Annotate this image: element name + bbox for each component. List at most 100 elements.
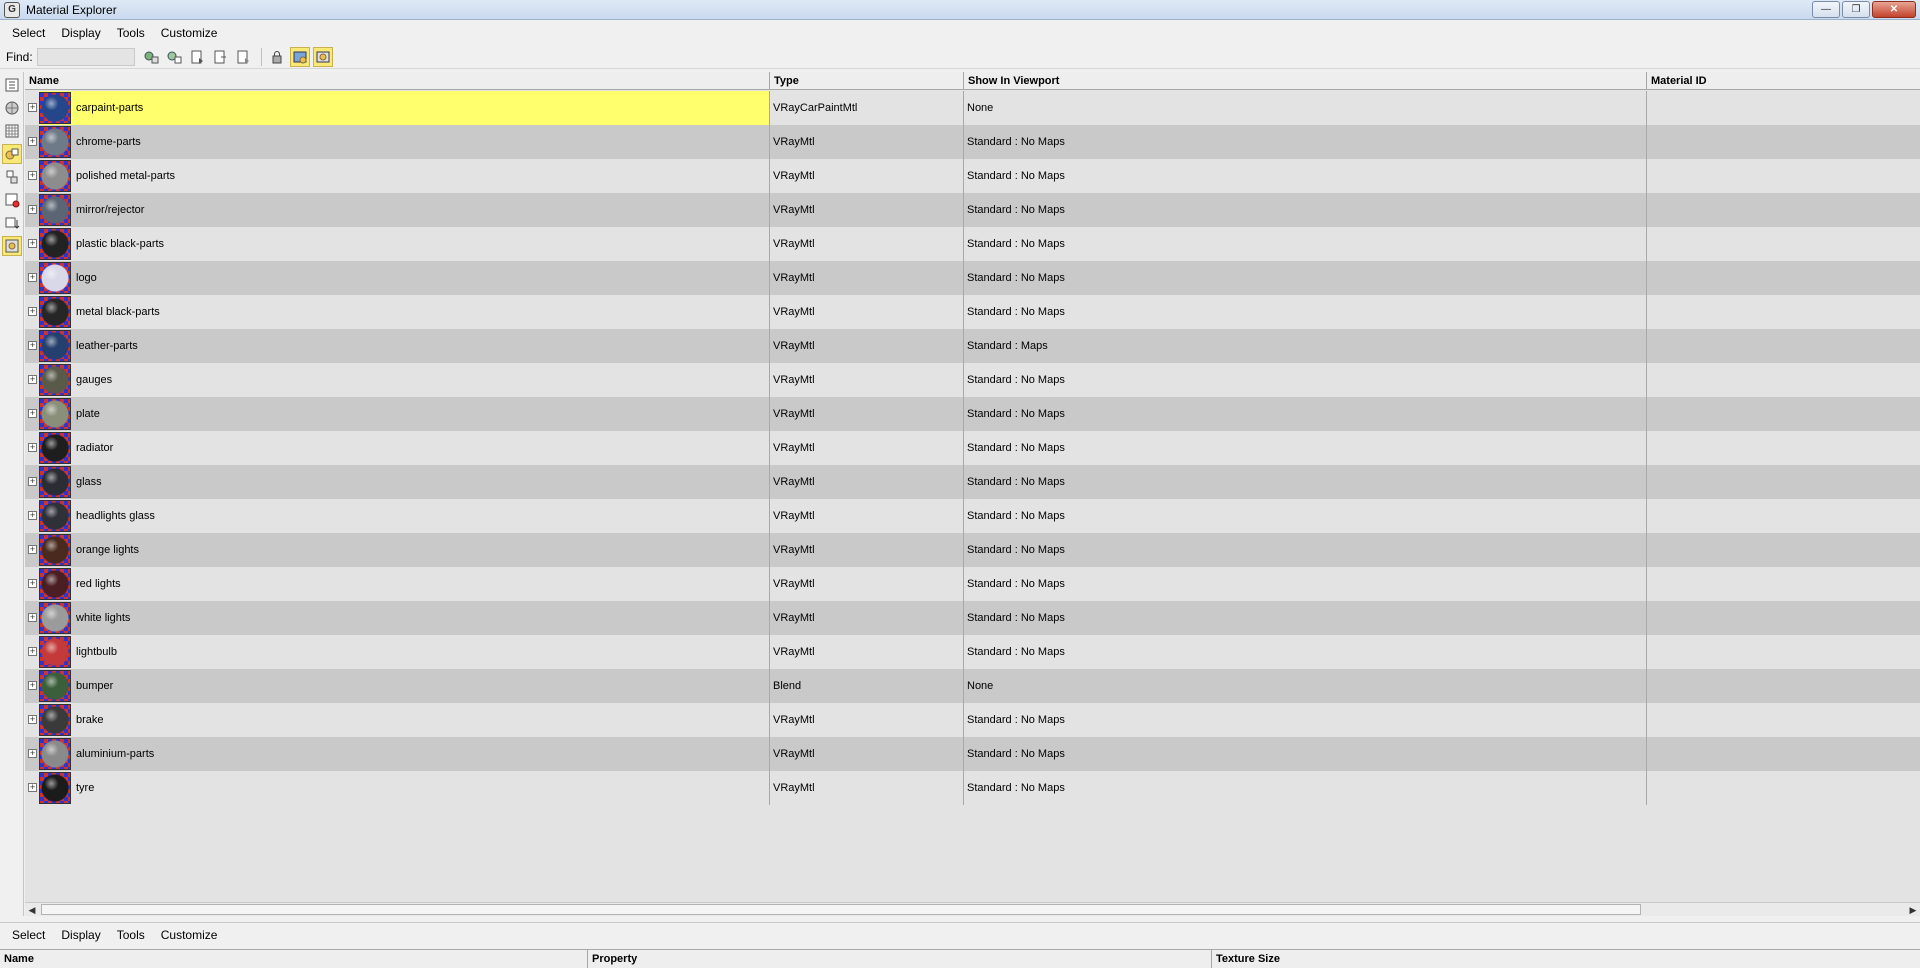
menu-display[interactable]: Display [53, 26, 108, 40]
material-name-cell[interactable]: brake [39, 703, 770, 737]
expand-icon[interactable]: + [28, 647, 37, 656]
expand-icon[interactable]: + [28, 749, 37, 758]
material-id-value[interactable] [1647, 601, 1920, 635]
material-id-value[interactable] [1647, 635, 1920, 669]
material-name-cell[interactable]: bumper [39, 669, 770, 703]
show-in-viewport-value[interactable]: None [964, 91, 1647, 125]
show-in-viewport-value[interactable]: Standard : No Maps [964, 499, 1647, 533]
material-row[interactable]: + headlights glass VRayMtl Standard : No Ma… [25, 499, 1920, 533]
material-row[interactable]: + aluminium-parts VRayMtl Standard : No Map… [25, 737, 1920, 771]
show-in-viewport-value[interactable]: Standard : No Maps [964, 465, 1647, 499]
expand-icon[interactable]: + [28, 205, 37, 214]
material-id-value[interactable] [1647, 397, 1920, 431]
expand-icon[interactable]: + [28, 307, 37, 316]
material-name-cell[interactable]: red lights [39, 567, 770, 601]
show-in-viewport-value[interactable]: Standard : No Maps [964, 125, 1647, 159]
material-row[interactable]: + plate VRayMtl Standard : No Maps [25, 397, 1920, 431]
expand-icon[interactable]: + [28, 239, 37, 248]
multi-material-icon[interactable] [2, 144, 22, 164]
material-id-value[interactable] [1647, 91, 1920, 125]
expand-icon[interactable]: + [28, 477, 37, 486]
material-name-cell[interactable]: tyre [39, 771, 770, 805]
material-row[interactable]: + brake VRayMtl Standard : No Maps [25, 703, 1920, 737]
material-name-cell[interactable]: logo [39, 261, 770, 295]
material-name-cell[interactable]: lightbulb [39, 635, 770, 669]
expand-icon[interactable]: + [28, 783, 37, 792]
unused-map-icon[interactable] [2, 190, 22, 210]
material-name-cell[interactable]: leather-parts [39, 329, 770, 363]
material-row[interactable]: + radiator VRayMtl Standard : No Maps [25, 431, 1920, 465]
material-id-value[interactable] [1647, 465, 1920, 499]
material-id-value[interactable] [1647, 295, 1920, 329]
material-id-value[interactable] [1647, 431, 1920, 465]
material-name-cell[interactable]: white lights [39, 601, 770, 635]
show-in-viewport-value[interactable]: Standard : No Maps [964, 159, 1647, 193]
display-maps-icon[interactable] [289, 46, 310, 67]
material-name-cell[interactable]: plastic black-parts [39, 227, 770, 261]
show-in-viewport-value[interactable]: Standard : No Maps [964, 703, 1647, 737]
material-row[interactable]: + chrome-parts VRayMtl Standard : No Maps [25, 125, 1920, 159]
minimize-button[interactable]: — [1812, 1, 1840, 18]
scroll-left-icon[interactable]: ◀ [25, 903, 39, 917]
bottom-menu-display[interactable]: Display [53, 928, 108, 942]
sort-down-icon[interactable] [2, 213, 22, 233]
material-row[interactable]: + plastic black-parts VRayMtl Standard : No… [25, 227, 1920, 261]
material-id-value[interactable] [1647, 771, 1920, 805]
object-list-icon[interactable] [2, 167, 22, 187]
material-name-cell[interactable]: glass [39, 465, 770, 499]
show-in-viewport-value[interactable]: Standard : No Maps [964, 431, 1647, 465]
app-icon[interactable]: G [4, 1, 20, 18]
expand-icon[interactable]: + [28, 341, 37, 350]
material-id-value[interactable] [1647, 329, 1920, 363]
material-row[interactable]: + metal black-parts VRayMtl Standard : No M… [25, 295, 1920, 329]
material-name-cell[interactable]: gauges [39, 363, 770, 397]
expand-icon[interactable]: + [28, 511, 37, 520]
restore-button[interactable]: ❐ [1842, 1, 1870, 18]
material-row[interactable]: + orange lights VRayMtl Standard : No Maps [25, 533, 1920, 567]
bottom-column-header-name[interactable]: Name [0, 950, 588, 968]
show-in-viewport-value[interactable]: Standard : No Maps [964, 397, 1647, 431]
material-name-cell[interactable]: mirror/rejector [39, 193, 770, 227]
show-in-viewport-value[interactable]: Standard : No Maps [964, 737, 1647, 771]
expand-icon[interactable]: + [28, 103, 37, 112]
expand-icon[interactable]: + [28, 137, 37, 146]
material-id-value[interactable] [1647, 261, 1920, 295]
material-name-cell[interactable]: orange lights [39, 533, 770, 567]
material-row[interactable]: + logo VRayMtl Standard : No Maps [25, 261, 1920, 295]
tree-view-icon[interactable] [2, 75, 22, 95]
material-name-cell[interactable]: chrome-parts [39, 125, 770, 159]
material-row[interactable]: + gauges VRayMtl Standard : No Maps [25, 363, 1920, 397]
material-name-cell[interactable]: headlights glass [39, 499, 770, 533]
material-id-value[interactable] [1647, 159, 1920, 193]
show-in-viewport-value[interactable]: Standard : No Maps [964, 771, 1647, 805]
material-id-value[interactable] [1647, 533, 1920, 567]
show-in-viewport-value[interactable]: None [964, 669, 1647, 703]
bottom-menu-select[interactable]: Select [4, 928, 53, 942]
material-name-cell[interactable]: metal black-parts [39, 295, 770, 329]
material-row[interactable]: + lightbulb VRayMtl Standard : No Maps [25, 635, 1920, 669]
page-export-icon[interactable] [233, 47, 253, 67]
show-in-viewport-value[interactable]: Standard : No Maps [964, 227, 1647, 261]
material-row[interactable]: + carpaint-parts VRayCarPaintMtl None [25, 91, 1920, 125]
page-forward-icon[interactable] [210, 47, 230, 67]
material-id-value[interactable] [1647, 737, 1920, 771]
expand-icon[interactable]: + [28, 681, 37, 690]
scroll-right-icon[interactable]: ▶ [1906, 903, 1920, 917]
material-id-value[interactable] [1647, 567, 1920, 601]
expand-icon[interactable]: + [28, 375, 37, 384]
material-id-value[interactable] [1647, 499, 1920, 533]
material-id-value[interactable] [1647, 363, 1920, 397]
material-sphere-icon[interactable] [2, 98, 22, 118]
menu-customize[interactable]: Customize [153, 26, 226, 40]
material-row[interactable]: + polished metal-parts VRayMtl Standard : N… [25, 159, 1920, 193]
material-id-value[interactable] [1647, 193, 1920, 227]
column-header-type[interactable]: Type [770, 72, 964, 90]
column-header-name[interactable]: Name [25, 72, 770, 90]
bottom-menu-customize[interactable]: Customize [153, 928, 226, 942]
show-in-viewport-value[interactable]: Standard : No Maps [964, 635, 1647, 669]
material-row[interactable]: + red lights VRayMtl Standard : No Maps [25, 567, 1920, 601]
material-row[interactable]: + bumper Blend None [25, 669, 1920, 703]
material-id-value[interactable] [1647, 703, 1920, 737]
material-row[interactable]: + leather-parts VRayMtl Standard : Maps [25, 329, 1920, 363]
material-row[interactable]: + glass VRayMtl Standard : No Maps [25, 465, 1920, 499]
